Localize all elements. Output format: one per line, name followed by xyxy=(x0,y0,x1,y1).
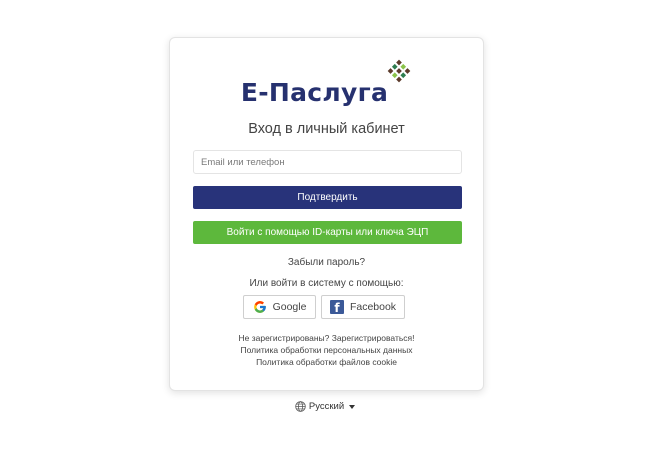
google-label: Google xyxy=(272,301,307,313)
email-phone-input[interactable] xyxy=(193,150,462,174)
facebook-label: Facebook xyxy=(349,301,397,313)
footer-links: Не зарегистрированы? Зарегистрироваться!… xyxy=(170,332,483,368)
facebook-login-button[interactable]: f Facebook xyxy=(321,295,405,319)
logo-text: E-Паслуга xyxy=(240,78,389,107)
register-link[interactable]: Не зарегистрированы? Зарегистрироваться! xyxy=(170,332,483,344)
submit-button[interactable]: Подтвердить xyxy=(193,186,462,209)
logo-mosaic-icon xyxy=(387,59,411,83)
language-selector[interactable]: Русский xyxy=(0,401,650,412)
caret-down-icon xyxy=(349,404,356,409)
social-login-label: Или войти в систему с помощью: xyxy=(249,278,404,289)
login-card: E-Паслуга Вход в личный кабинет Подтверд… xyxy=(169,37,484,391)
language-label: Русский xyxy=(308,401,345,412)
google-login-button[interactable]: Google xyxy=(243,295,316,319)
cookie-policy-link[interactable]: Политика обработки файлов cookie xyxy=(170,356,483,368)
id-card-login-button[interactable]: Войти с помощью ID-карты или ключа ЭЦП xyxy=(193,221,462,244)
facebook-icon: f xyxy=(329,300,344,314)
privacy-policy-link[interactable]: Политика обработки персональных данных xyxy=(170,344,483,356)
forgot-password-link[interactable]: Забыли пароль? xyxy=(170,257,483,268)
logo: E-Паслуга xyxy=(170,58,483,107)
google-icon xyxy=(253,301,266,313)
globe-icon xyxy=(295,401,306,412)
page-title: Вход в личный кабинет xyxy=(248,121,405,137)
